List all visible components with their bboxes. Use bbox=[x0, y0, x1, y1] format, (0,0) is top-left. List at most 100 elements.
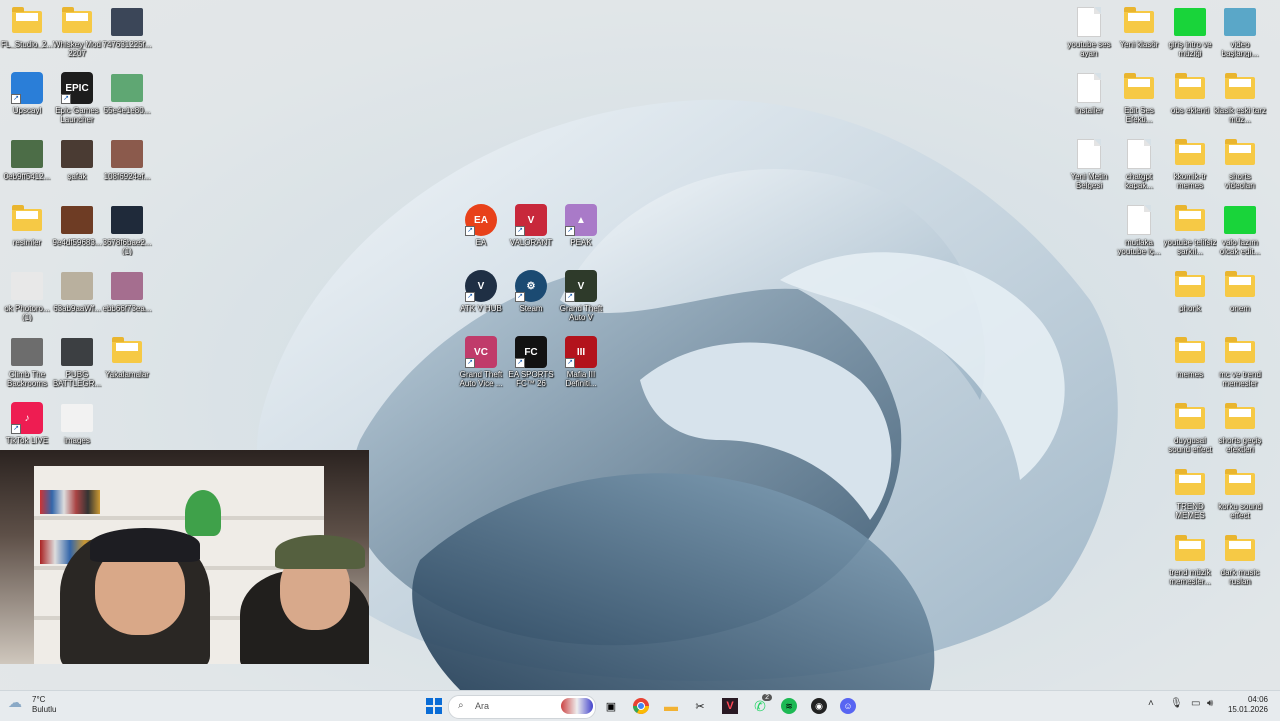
desktop-icon-ok-photoro-1[interactable]: ok Photoro... (1) bbox=[0, 266, 54, 330]
microphone-icon[interactable]: 🎙︎ bbox=[1170, 698, 1183, 709]
image-thumbnail-icon bbox=[111, 72, 143, 104]
image-thumbnail-icon bbox=[1174, 6, 1206, 38]
volume-icon[interactable]: 🔊︎ bbox=[1207, 698, 1213, 709]
file-explorer-button[interactable]: ▬ bbox=[659, 695, 683, 717]
search-highlight-icon bbox=[561, 698, 593, 714]
desktop-icon-pubg-battlegr[interactable]: PUBG BATTLEGR... bbox=[50, 332, 104, 396]
shortcut-arrow-icon: ↗ bbox=[515, 292, 525, 302]
desktop-icon-youtube-telifsiz-ark-l[interactable]: youtube telifsiz şarkıl... bbox=[1163, 200, 1217, 264]
desktop-icon-duygusal-sound-effect[interactable]: duygusal sound effect bbox=[1163, 398, 1217, 462]
desktop-icon-chatgpt-kapak[interactable]: chatgpt kapak... bbox=[1112, 134, 1166, 198]
ea-app-icon: EA ↗ bbox=[465, 204, 497, 236]
folder-paper bbox=[1229, 145, 1251, 153]
search-icon: ⌕ bbox=[458, 700, 464, 711]
folder-paper bbox=[1179, 145, 1201, 153]
desktop-icon-afak[interactable]: şafak bbox=[50, 134, 104, 198]
folder-paper bbox=[1229, 541, 1251, 549]
whatsapp-button[interactable]: ✆ 2 bbox=[748, 694, 772, 717]
chevron-up-icon[interactable]: ˄ bbox=[1148, 698, 1154, 709]
desktop-icon-giri-intro-ve-m-zi-i[interactable]: giriş intro ve müziği bbox=[1163, 2, 1217, 66]
desktop-icon-obs-eklenti[interactable]: obs eklenti bbox=[1163, 68, 1217, 132]
desktop-icon-video-ba-lang[interactable]: video başlangı... bbox=[1213, 2, 1267, 66]
desktop-icon-upscayl[interactable]: ↗ Upscayl bbox=[0, 68, 54, 132]
desktop-icon-resimler[interactable]: resimler bbox=[0, 200, 54, 264]
desktop-icon-klasik-eski-tarz-m-z[interactable]: klasik eski tarz müz... bbox=[1213, 68, 1267, 132]
desktop-icon-shorts-videolar[interactable]: shorts videoları bbox=[1213, 134, 1267, 198]
desktop-icon-shorts-ge-i-efektleri[interactable]: shorts geçiş efektleri bbox=[1213, 398, 1267, 462]
search-placeholder: Ara bbox=[475, 701, 490, 711]
desktop-icon-kkomik-tr-memes[interactable]: kkomik-tr memes bbox=[1163, 134, 1217, 198]
desktop-icon-installer[interactable]: installer bbox=[1062, 68, 1116, 132]
search-box[interactable]: ⌕ Ara bbox=[448, 695, 596, 719]
desktop-icon-747631225f[interactable]: 747631225f... bbox=[100, 2, 154, 66]
icon-graphic bbox=[61, 338, 93, 366]
clock[interactable]: 04:06 15.01.2026 bbox=[1228, 695, 1268, 715]
desktop-icon-label: ok Photoro... (1) bbox=[4, 304, 50, 322]
desktop-icon-mafia-iii-definiti[interactable]: III ↗ Mafia III Definiti... bbox=[554, 332, 608, 396]
desktop-icon-trend-m-zik-memesler[interactable]: trend müzik memesler... bbox=[1163, 530, 1217, 594]
desktop-icon-label: Mafia III Definiti... bbox=[565, 370, 597, 388]
desktop-icon-korku-sound-effect[interactable]: korku sound effect bbox=[1213, 464, 1267, 528]
desktop-icon-climb-the-backrooms[interactable]: Climb The Backrooms bbox=[0, 332, 54, 396]
spotify-button[interactable]: ≋ bbox=[777, 695, 801, 717]
desktop-icon-grand-theft-auto-v[interactable]: V ↗ Grand Theft Auto V bbox=[554, 266, 608, 330]
weather-widget[interactable]: ☁ 7°C Bulutlu bbox=[8, 695, 56, 715]
icon-graphic bbox=[1225, 337, 1255, 363]
desktop-icon-yeni-metin-belgesi[interactable]: Yeni Metin Belgesi bbox=[1062, 134, 1116, 198]
desktop-icon-3678f6bae2-1[interactable]: 3678f6bae2... (1) bbox=[100, 200, 154, 264]
desktop-icon-memes[interactable]: memes bbox=[1163, 332, 1217, 396]
folder-paper bbox=[1179, 541, 1201, 549]
folder-paper bbox=[16, 13, 38, 21]
chrome-button[interactable] bbox=[629, 695, 653, 717]
desktop-icon-yakalamalar[interactable]: Yakalamalar bbox=[100, 332, 154, 396]
desktop-icon-steam[interactable]: ⚙ ↗ Steam bbox=[504, 266, 558, 330]
obs-button[interactable]: ◉ bbox=[807, 695, 831, 717]
folder-icon bbox=[1224, 138, 1256, 170]
desktop-icon-atk-v-hub[interactable]: V ↗ ATK V HUB bbox=[454, 266, 508, 330]
folder-icon bbox=[1174, 138, 1206, 170]
desktop-icon-fl-studio-2[interactable]: FL_Studio_2... bbox=[0, 2, 54, 66]
icon-graphic bbox=[111, 8, 143, 36]
discord-button[interactable]: ☺ bbox=[836, 695, 860, 717]
network-icon[interactable]: ▭ bbox=[1191, 698, 1200, 709]
desktop-icon-valo-laz-m-olcak-edit[interactable]: valo lazım olcak edit... bbox=[1213, 200, 1267, 264]
image-thumbnail-icon bbox=[61, 270, 93, 302]
desktop-icon-phonk[interactable]: phonk bbox=[1163, 266, 1217, 330]
shortcut-arrow-icon: ↗ bbox=[11, 94, 21, 104]
desktop-icon-9e4df59683[interactable]: 9e4df59683... bbox=[50, 200, 104, 264]
desktop-icon-yeni-klas-r[interactable]: Yeni klasör bbox=[1112, 2, 1166, 66]
desktop-icon-whiskey-mod-2207[interactable]: Whiskey Mod 2207 bbox=[50, 2, 104, 66]
desktop-icon-epic-games-launcher[interactable]: EPIC ↗ Epic Games Launcher bbox=[50, 68, 104, 132]
folder-paper bbox=[1179, 343, 1201, 351]
image-thumbnail-icon bbox=[11, 138, 43, 170]
icon-graphic bbox=[12, 205, 42, 231]
desktop-icon-63ab9aawf[interactable]: 63ab9aaWf... bbox=[50, 266, 104, 330]
desktop-icon-peak[interactable]: ▲ ↗ PEAK bbox=[554, 200, 608, 264]
desktop-icon-ea-sports-fc-26[interactable]: FC ↗ EA SPORTS FC™ 26 bbox=[504, 332, 558, 396]
shortcut-arrow-icon: ↗ bbox=[61, 94, 71, 104]
desktop-icon-dark-music-ruslan[interactable]: dark music ruslan bbox=[1213, 530, 1267, 594]
start-button[interactable] bbox=[422, 695, 446, 717]
shortcut-arrow-icon: ↗ bbox=[565, 226, 575, 236]
desktop-icon-onem[interactable]: onem bbox=[1213, 266, 1267, 330]
desktop-icon-edit-ses-efekti[interactable]: Edit Ses Efekti... bbox=[1112, 68, 1166, 132]
desktop-icon-label: Yakalamalar bbox=[105, 370, 149, 379]
folder-icon bbox=[1224, 534, 1256, 566]
desktop-icon-grand-theft-auto-vice[interactable]: VC ↗ Grand Theft Auto Vice ... bbox=[454, 332, 508, 396]
desktop-icon-label: youtube ses ayarı bbox=[1067, 40, 1111, 58]
desktop-icon-ebb66f73ea[interactable]: ebb66f73ea... bbox=[100, 266, 154, 330]
desktop-icon-0eb9ff5412[interactable]: 0eb9ff5412... bbox=[0, 134, 54, 198]
desktop-icon-ea[interactable]: EA ↗ EA bbox=[454, 200, 508, 264]
desktop-icon-mutlaka-youtube-i[interactable]: mutlaka youtube iç... bbox=[1112, 200, 1166, 264]
desktop-icon-valorant[interactable]: V ↗ VALORANT bbox=[504, 200, 558, 264]
valorant-button[interactable]: V bbox=[718, 695, 742, 717]
desktop-icon-trend-memes[interactable]: TREND MEMES bbox=[1163, 464, 1217, 528]
desktop-icon-mc-ve-trend-memesler[interactable]: mc ve trend memesler bbox=[1213, 332, 1267, 396]
desktop-icon-youtube-ses-ayar[interactable]: youtube ses ayarı bbox=[1062, 2, 1116, 66]
desktop-icon-108f6924ef[interactable]: 108f6924ef... bbox=[100, 134, 154, 198]
desktop-icon-55e4e1e80[interactable]: 55e4e1e80... bbox=[100, 68, 154, 132]
capcut-button[interactable]: ✂ bbox=[688, 695, 712, 717]
desktop-icon-label: 55e4e1e80... bbox=[103, 106, 151, 115]
folder-icon bbox=[1224, 270, 1256, 302]
task-view-button[interactable]: ▣ bbox=[599, 695, 623, 717]
